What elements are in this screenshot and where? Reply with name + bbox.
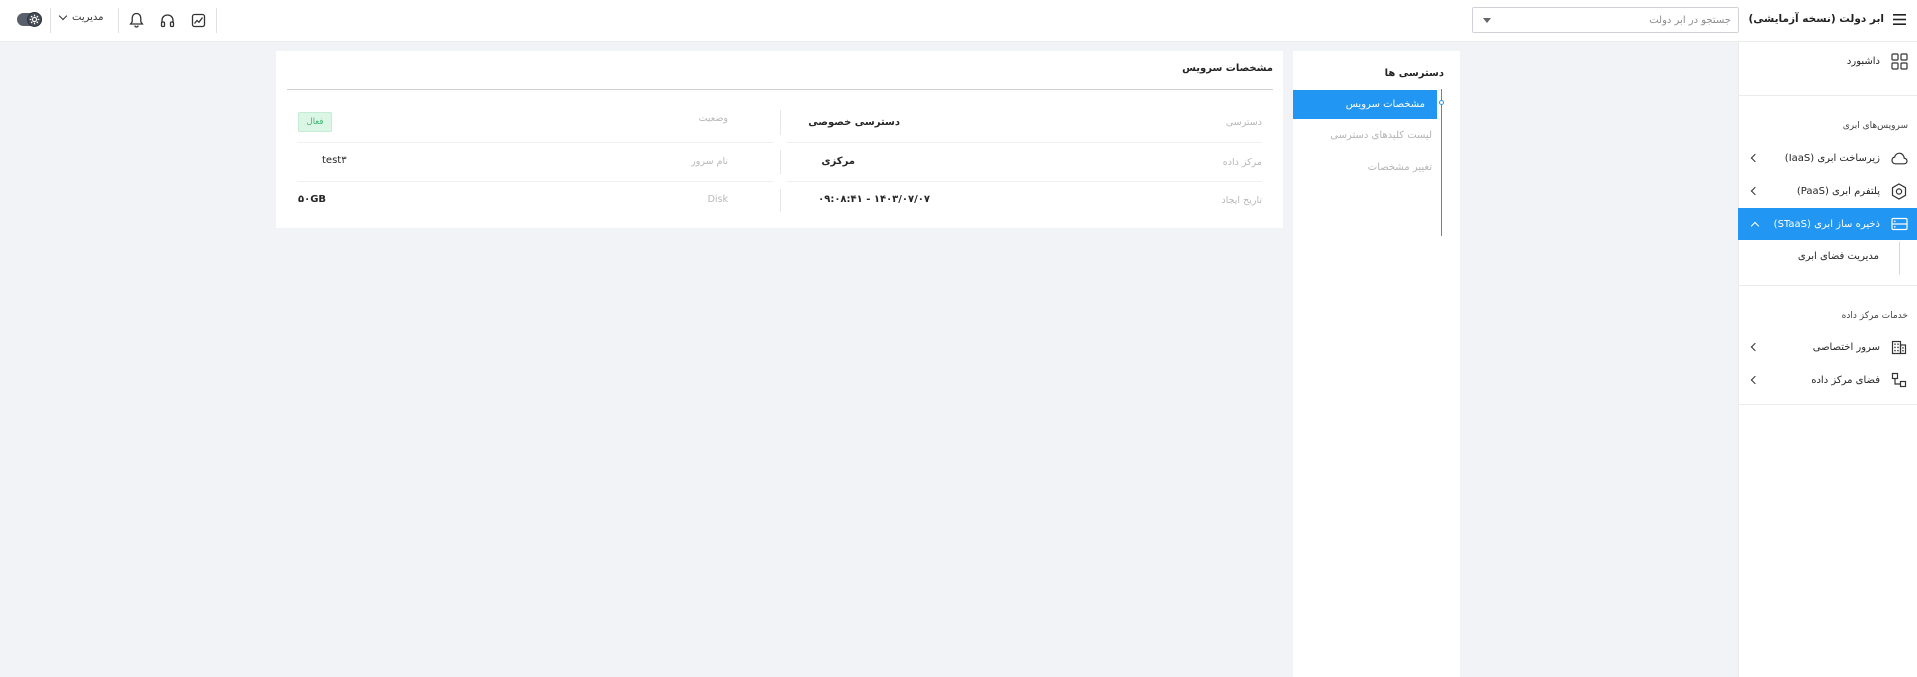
- column-divider: [780, 189, 781, 212]
- access-item-service-spec[interactable]: مشخصات سرویس: [1293, 90, 1437, 119]
- sidebar-item-label: پلتفرم ابری (PaaS): [1796, 185, 1880, 197]
- submenu-line: [1899, 242, 1900, 275]
- chevron-left-icon: [1750, 153, 1760, 163]
- search-box[interactable]: [1472, 7, 1739, 33]
- field-label-datacenter: مرکز داده: [1222, 157, 1262, 168]
- dashboard-icon: [1890, 52, 1908, 70]
- section-heading: سرویس‌های ابری: [1842, 121, 1908, 131]
- chevron-left-icon: [1750, 342, 1760, 352]
- sidebar-item-dashboard[interactable]: داشبورد: [1738, 45, 1917, 77]
- storage-icon: [1890, 215, 1908, 233]
- cloud-icon: [1890, 149, 1908, 167]
- field-value-server-name: test۳: [322, 155, 347, 166]
- column-divider: [780, 110, 781, 135]
- field-value-datacenter: مرکزی: [821, 156, 855, 167]
- headphones-icon[interactable]: [156, 9, 178, 31]
- sidebar-item-label: زیرساخت ابری (IaaS): [1784, 152, 1880, 164]
- column-divider: [780, 150, 781, 174]
- field-label-created: تاریخ ایجاد: [1221, 195, 1262, 206]
- chevron-left-icon: [1750, 186, 1760, 196]
- top-bar: ابر دولت (نسخه آزمایشی) مدیریت: [0, 0, 1917, 42]
- divider: [287, 89, 1273, 90]
- app-brand: ابر دولت (نسخه آزمایشی): [1748, 11, 1907, 27]
- sidebar-item-label: داشبورد: [1846, 55, 1880, 67]
- bell-icon[interactable]: [125, 9, 147, 31]
- sidebar-item-dedicated-server[interactable]: سرور اختصاصی: [1738, 331, 1917, 363]
- field-label-disk: Disk: [707, 194, 728, 205]
- sidebar-item-datacenter-space[interactable]: فضای مرکز داده: [1738, 364, 1917, 396]
- menu-icon[interactable]: [1891, 11, 1907, 27]
- field-label-status: وضعیت: [698, 113, 728, 124]
- chevron-down-icon: [58, 11, 68, 21]
- divider: [1738, 285, 1917, 286]
- theme-toggle[interactable]: [17, 12, 42, 27]
- access-panel: دسترسی ها مشخصات سرویس لیست کلیدهای دستر…: [1293, 51, 1460, 677]
- access-item-label: مشخصات سرویس: [1345, 99, 1425, 110]
- field-value-access: دسترسی خصوصی: [808, 117, 900, 128]
- row-divider: [787, 142, 1262, 143]
- field-label-server-name: نام سرور: [691, 156, 728, 167]
- platform-icon: [1890, 182, 1908, 200]
- field-label-access: دسترسی: [1225, 117, 1262, 128]
- status-badge: فعال: [298, 112, 332, 132]
- access-item-access-keys[interactable]: لیست کلیدهای دسترسی: [1330, 130, 1432, 141]
- gear-icon: [27, 12, 42, 27]
- sidebar-item-label: ذخیره ساز ابری (STaaS): [1773, 218, 1880, 230]
- network-icon: [1890, 371, 1908, 389]
- row-divider: [297, 181, 773, 182]
- divider: [1738, 95, 1917, 96]
- access-item-change-spec[interactable]: تغییر مشخصات: [1368, 162, 1432, 173]
- chevron-left-icon: [1750, 375, 1760, 385]
- section-heading: خدمات مرکز داده: [1841, 311, 1908, 321]
- chart-icon[interactable]: [187, 9, 209, 31]
- field-value-created: ۱۴۰۳/۰۷/۰۷ - ۰۹:۰۸:۴۱: [818, 194, 930, 205]
- sidebar-item-label: فضای مرکز داده: [1811, 374, 1880, 386]
- row-divider: [787, 181, 1262, 182]
- sidebar-item-staas[interactable]: ذخیره ساز ابری (STaaS): [1738, 208, 1917, 240]
- card-title: مشخصات سرویس: [1182, 63, 1273, 74]
- sidebar: داشبورد سرویس‌های ابری زیرساخت ابری (Iaa…: [1738, 42, 1917, 677]
- divider: [1738, 404, 1917, 405]
- building-icon: [1890, 338, 1908, 356]
- service-details-card: مشخصات سرویس دسترسی دسترسی خصوصی وضعیت ف…: [276, 51, 1283, 228]
- search-input[interactable]: [1498, 8, 1738, 32]
- access-nav-track: [1441, 89, 1442, 236]
- active-indicator: [1439, 100, 1444, 105]
- user-menu[interactable]: مدیریت: [58, 11, 104, 23]
- divider: [50, 8, 51, 33]
- chevron-up-icon: [1750, 221, 1760, 231]
- access-panel-title: دسترسی ها: [1384, 68, 1444, 79]
- sidebar-item-paas[interactable]: پلتفرم ابری (PaaS): [1738, 175, 1917, 207]
- divider: [118, 8, 119, 33]
- app-title: ابر دولت (نسخه آزمایشی): [1748, 13, 1884, 25]
- row-divider: [297, 142, 773, 143]
- sidebar-item-iaas[interactable]: زیرساخت ابری (IaaS): [1738, 142, 1917, 174]
- chevron-down-icon[interactable]: [1483, 18, 1491, 23]
- divider: [216, 8, 217, 33]
- field-value-disk: ۵۰GB: [298, 194, 327, 205]
- sidebar-item-label: سرور اختصاصی: [1812, 341, 1880, 353]
- sidebar-subitem-cloud-space[interactable]: مدیریت فضای ابری: [1798, 251, 1879, 262]
- user-menu-label: مدیریت: [72, 12, 104, 23]
